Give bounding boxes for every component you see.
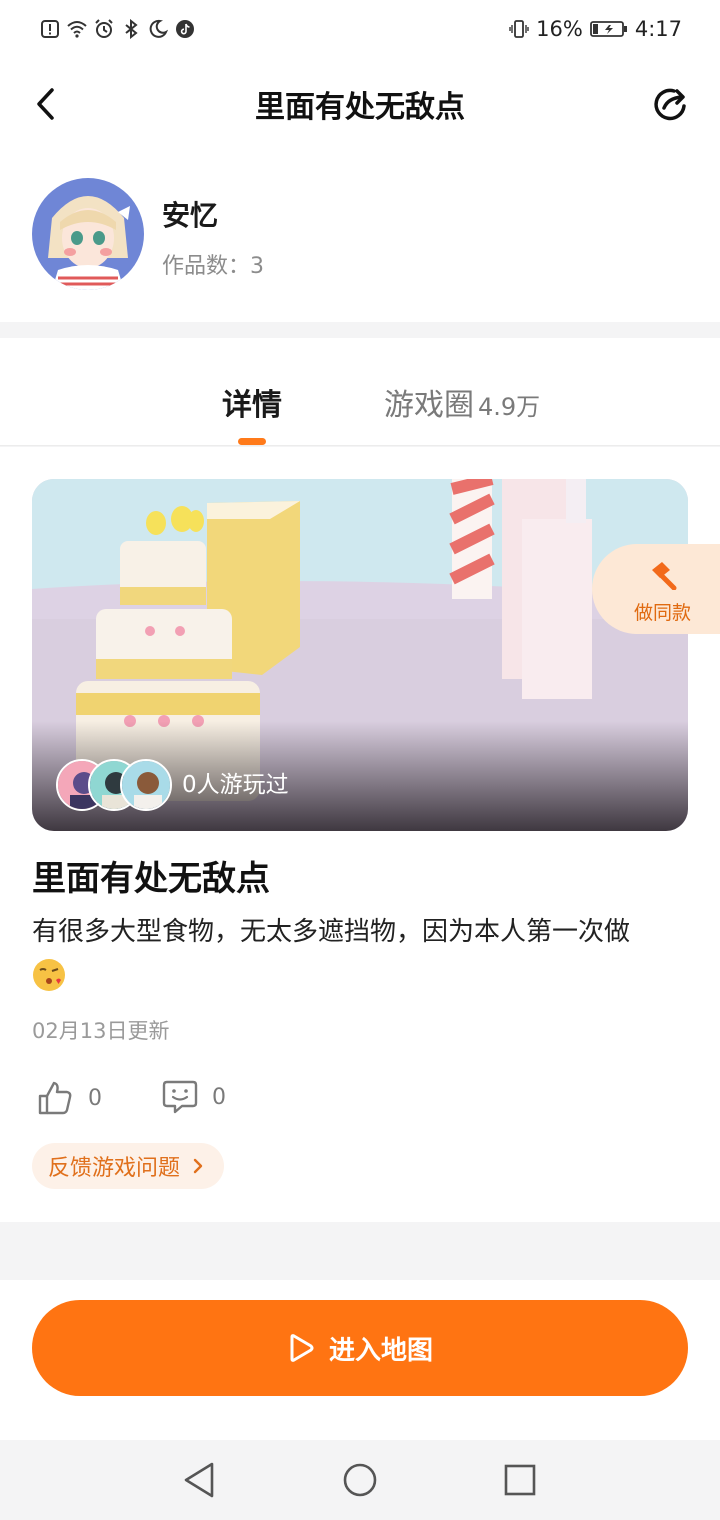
like-count: 0 — [88, 1085, 102, 1111]
chevron-right-icon — [193, 1158, 203, 1174]
battery-percent: 16% — [536, 17, 583, 41]
nav-home-icon[interactable] — [343, 1463, 377, 1497]
player-avatars — [56, 759, 172, 811]
make-same-button[interactable]: 做同款 — [592, 544, 720, 634]
system-nav-bar — [0, 1440, 720, 1520]
enter-map-button[interactable]: 进入地图 — [32, 1300, 688, 1396]
author-name[interactable]: 安忆 — [162, 194, 218, 234]
game-description-text: 有很多大型食物，无太多遮挡物，因为本人第一次做 — [32, 917, 631, 947]
bottom-action-bar: 进入地图 — [0, 1280, 720, 1440]
comment-button[interactable]: 0 — [162, 1079, 226, 1115]
header: 里面有处无敌点 — [0, 58, 720, 150]
battery-icon — [589, 21, 627, 37]
tab-bar: 详情 游戏圈 4.9万 — [0, 338, 720, 446]
comment-icon — [162, 1080, 198, 1114]
share-button[interactable] — [650, 82, 694, 126]
tab-game-circle[interactable]: 游戏圈 4.9万 — [384, 380, 540, 424]
alarm-icon — [95, 19, 113, 38]
play-icon — [290, 1334, 314, 1362]
game-description: 有很多大型食物，无太多遮挡物，因为本人第一次做 — [32, 911, 692, 995]
nav-back-icon[interactable] — [184, 1462, 214, 1498]
vibrate-icon — [509, 20, 529, 38]
like-button[interactable]: 0 — [36, 1079, 102, 1117]
bluetooth-icon — [125, 19, 138, 39]
tab-game-circle-count: 4.9万 — [478, 393, 541, 421]
do-not-disturb-icon — [149, 19, 168, 38]
tiktok-icon — [176, 20, 194, 38]
hammer-icon — [652, 562, 677, 590]
thumbs-up-icon — [38, 1081, 72, 1115]
page-title: 里面有处无敌点 — [255, 90, 465, 125]
status-bar: 16% 4:17 — [0, 0, 720, 58]
kiss-emoji-icon — [33, 958, 65, 991]
played-count: 0人游玩过 — [182, 772, 289, 798]
comment-count: 0 — [212, 1084, 226, 1110]
enter-map-label: 进入地图 — [328, 1335, 433, 1366]
feedback-button[interactable]: 反馈游戏问题 — [32, 1143, 225, 1189]
game-cover[interactable]: 0人游玩过 — [32, 479, 688, 831]
author-avatar[interactable] — [32, 178, 144, 290]
update-date: 02月13日更新 — [32, 1019, 170, 1043]
tab-detail[interactable]: 详情 — [222, 380, 282, 424]
nav-recents-icon[interactable] — [504, 1464, 536, 1496]
status-icons-left — [40, 19, 195, 39]
clock: 4:17 — [634, 17, 682, 41]
wifi-icon — [67, 21, 87, 38]
author-section[interactable]: 安忆 作品数：3 — [0, 150, 720, 322]
make-same-label: 做同款 — [634, 602, 692, 624]
status-icons-right: 16% 4:17 — [509, 17, 682, 41]
tab-game-circle-label: 游戏圈 — [384, 388, 474, 423]
game-title: 里面有处无敌点 — [32, 859, 270, 899]
avatar-image — [32, 178, 144, 290]
works-count: 作品数：3 — [162, 254, 264, 279]
feedback-label: 反馈游戏问题 — [48, 1156, 181, 1181]
player-avatar — [120, 759, 172, 811]
tab-indicator — [238, 438, 266, 445]
notification-icon — [41, 20, 59, 38]
